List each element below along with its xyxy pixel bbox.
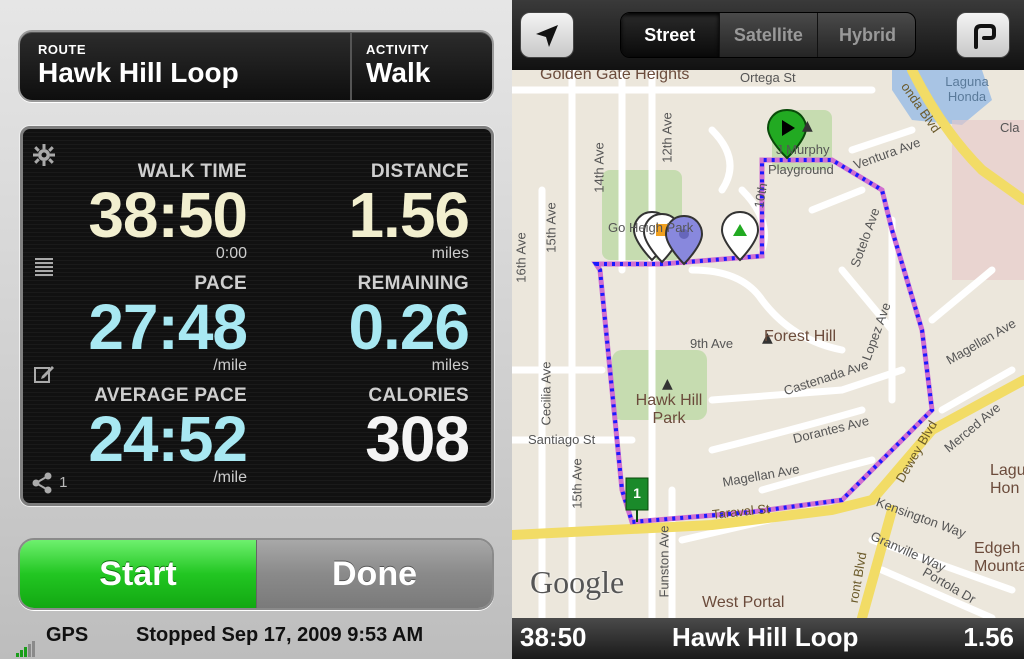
google-logo: Google [530,564,625,600]
stat-average-pace: AVERAGE PACE 24:52 /mile [63,385,248,487]
tab-street[interactable]: Street [621,13,720,57]
map-label-santiago: Santiago St [528,432,596,447]
map-label-hawk-hill-park: Hawk Hill Park [635,392,703,427]
edit-icon[interactable] [31,363,57,389]
map-toolbar: Street Satellite Hybrid [512,0,1024,70]
action-buttons: Start Done [18,538,494,610]
svg-text:▲: ▲ [662,376,673,392]
route-options-button[interactable] [956,12,1010,58]
status-bar: GPS Stopped Sep 17, 2009 9:53 AM [0,618,512,659]
map-label-cecilia: Cecilia Ave [538,361,554,426]
map-label-funston: Funston Ave [656,525,672,598]
route-activity-header: ROUTE Hawk Hill Loop ACTIVITY Walk [18,30,494,102]
map-label-12th-ave: 12th Ave [659,112,675,163]
footer-time: 38:50 [520,622,587,652]
map-view[interactable]: 1 ▲ ▲ ▲ Golden Gate Heights Ortega St La… [512,70,1024,618]
map-label-15th-ave: 15th Ave [543,202,559,253]
activity-label: ACTIVITY [366,42,430,57]
calories-value: 308 [365,403,470,475]
map-label-playground: Playground [768,162,834,177]
map-label-golden-gate: Golden Gate Heights [540,70,690,83]
pace-value: 27:48 [88,291,248,363]
location-arrow-icon [536,25,558,47]
gear-icon[interactable] [31,143,57,169]
route-label: ROUTE [38,42,86,57]
activity-name: Walk [366,57,431,88]
route-curl-icon [974,24,996,49]
map-label-edgehill: Edgeh Mounta [974,540,1024,575]
map-footer: 38:50 Hawk Hill Loop 1.56 [512,618,1024,659]
map-label-14th-ave: 14th Ave [591,142,607,193]
distance-value: 1.56 [348,179,470,251]
workout-panel: ROUTE Hawk Hill Loop ACTIVITY Walk 1 WAL… [0,0,512,659]
map-label-laguna-honda: Laguna Honda [945,74,989,104]
stats-panel: 1 WALK TIME 38:50 0:00 DISTANCE 1.56 mil… [20,126,494,506]
stat-calories: CALORIES 308 [273,385,470,475]
stat-distance: DISTANCE 1.56 miles [273,161,470,263]
gps-signal-icon [16,634,36,657]
footer-distance: 1.56 [963,622,1014,652]
map-label-15th-ave-lower: 15th Ave [569,458,585,509]
map-label-forest-hill: Forest Hill [764,328,837,345]
start-button[interactable]: Start [20,540,256,608]
svg-text:1: 1 [633,485,641,501]
map-label-laguna-honda-lower: Lagu Hon [990,462,1024,497]
map-label-16th-ave: 16th Ave [513,232,529,283]
tab-satellite[interactable]: Satellite [720,13,819,57]
map-label-ortega: Ortega St [740,70,796,85]
remaining-value: 0.26 [348,291,470,363]
stopped-status: Stopped Sep 17, 2009 9:53 AM [136,624,424,646]
list-icon[interactable] [31,255,57,281]
svg-text:▲: ▲ [802,118,813,134]
footer-route: Hawk Hill Loop [672,622,859,652]
route-name: Hawk Hill Loop [38,57,239,88]
locate-button[interactable] [520,12,574,58]
map-type-segmented-control: Street Satellite Hybrid [620,12,916,58]
map-label-west-portal: West Portal [702,594,785,611]
route-selector[interactable]: ROUTE Hawk Hill Loop [38,32,338,100]
stat-remaining: REMAINING 0.26 miles [273,273,470,375]
average-pace-value: 24:52 [88,403,248,475]
gps-label: GPS [46,624,89,646]
walk-time-value: 38:50 [88,179,248,251]
map-label-jp-murphy: J Murphy [776,142,830,157]
tab-hybrid[interactable]: Hybrid [818,13,915,57]
activity-selector[interactable]: ACTIVITY Walk [350,32,490,100]
map-label-gg-heights-park: Go Heigh Park [608,220,694,235]
stat-pace: PACE 27:48 /mile [63,273,248,375]
done-button[interactable]: Done [256,540,492,608]
map-panel: Street Satellite Hybrid 1 ▲ ▲ ▲ Golden G… [512,0,1024,659]
map-label-9th-ave: 9th Ave [690,336,734,351]
stat-walk-time: WALK TIME 38:50 0:00 [63,161,248,263]
map-label-clarendon: Cla [1000,120,1020,135]
